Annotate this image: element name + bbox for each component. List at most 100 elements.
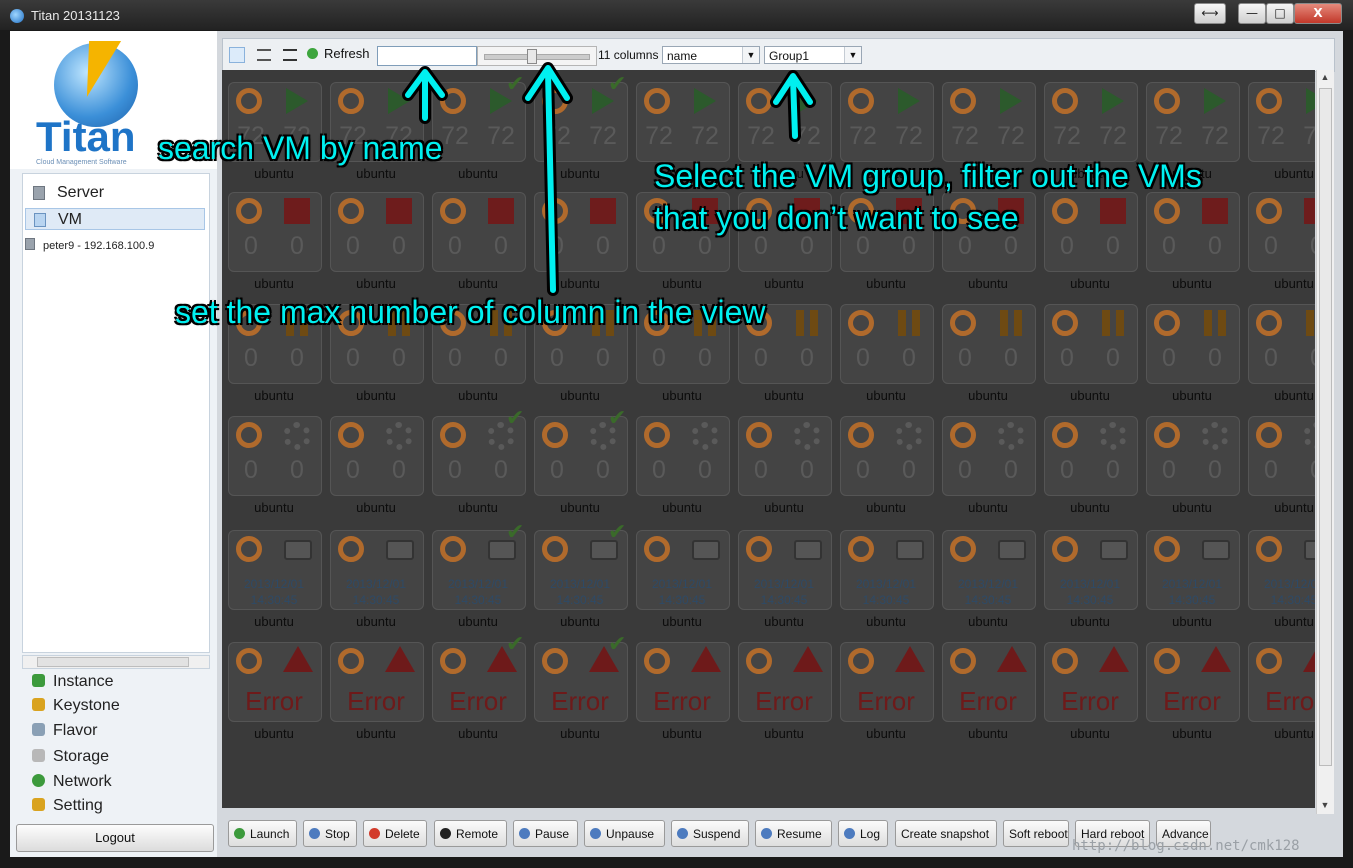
vm-tile[interactable]: Error ubuntu [840,638,934,746]
warning-icon [793,646,823,672]
resume-button[interactable]: Resume [755,820,832,847]
vm-tile[interactable]: 00ubuntu [1044,300,1138,408]
maximize-button[interactable]: □ [1266,3,1294,24]
ubuntu-logo-icon [440,198,466,224]
pause-button[interactable]: Pause [513,820,578,847]
vm-tile[interactable]: 00ubuntu [1248,412,1315,520]
vm-tile[interactable]: Error ubuntu [330,638,424,746]
vm-tile[interactable]: ✔ 2013/12/01 14:30:45 ubuntu [534,520,628,634]
vm-tile[interactable]: ✔ 72 72 ubuntu [534,72,628,186]
vm-tile[interactable]: ✔ 0 0 ubuntu [534,406,628,520]
vm-tile[interactable]: 2013/12/0114:30:45 ubuntu [1248,526,1315,634]
refresh-button[interactable]: Refresh [307,46,370,61]
button-label: Stop [325,827,350,841]
error-text: Error [755,686,813,716]
vm-tile[interactable]: 00ubuntu [1044,188,1138,296]
scroll-down-icon[interactable]: ▼ [1319,800,1331,812]
vm-tile[interactable]: 2013/12/0114:30:45 ubuntu [636,526,730,634]
delete-button[interactable]: Delete [363,820,427,847]
snapshot-timestamp: 2013/12/0114:30:45 [651,577,713,607]
scroll-thumb[interactable] [1319,88,1332,766]
vm-tile[interactable]: 00ubuntu [840,412,934,520]
nav-item-flavor[interactable]: Flavor [32,720,97,742]
vm-tile[interactable]: Error ubuntu [738,638,832,746]
vm-name: ubuntu [662,614,702,629]
scroll-thumb[interactable] [37,657,189,667]
tree-item-host[interactable]: peter9 - 192.168.100.9 [25,238,154,252]
vm-tile[interactable]: 00ubuntu [942,300,1036,408]
grid-view-icon[interactable] [229,47,245,63]
nav-item-setting[interactable]: Setting [32,795,103,817]
vm-tile[interactable]: ✔ 0 0 ubuntu [432,406,526,520]
vm-tile[interactable]: 00ubuntu [534,188,628,296]
vm-tile[interactable]: 2013/12/0114:30:45 ubuntu [738,526,832,634]
vm-tile[interactable]: ✔ Error ubuntu [432,632,526,746]
create-snapshot-button[interactable]: Create snapshot [895,820,997,847]
vm-tile[interactable]: 00ubuntu [228,412,322,520]
tree-horizontal-scrollbar[interactable] [22,655,210,669]
tree-item-server[interactable]: Server [33,182,104,204]
suspend-button[interactable]: Suspend [671,820,749,847]
vm-tile[interactable]: 2013/12/0114:30:45 ubuntu [942,526,1036,634]
vm-tile[interactable]: 00ubuntu [840,300,934,408]
sort-field-select[interactable]: name ▼ [662,46,760,64]
nav-item-storage[interactable]: Storage [32,746,109,768]
vm-tile[interactable]: 00ubuntu [228,188,322,296]
vm-tile[interactable]: 00ubuntu [1248,188,1315,296]
vm-tile[interactable]: 00ubuntu [432,188,526,296]
vm-tile[interactable]: 00ubuntu [330,412,424,520]
vm-tile[interactable]: ✔ 2013/12/01 14:30:45 ubuntu [432,520,526,634]
vm-tile[interactable]: 00ubuntu [1044,412,1138,520]
vm-tile[interactable]: Error ubuntu [1146,638,1240,746]
grid-vertical-scrollbar[interactable]: ▲ ▼ [1316,70,1334,814]
nav-item-network[interactable]: Network [32,771,112,793]
error-text: Error [653,686,711,716]
vm-tile[interactable]: 2013/12/0114:30:45 ubuntu [1044,526,1138,634]
vm-tile[interactable]: 2013/12/0114:30:45 ubuntu [1146,526,1240,634]
vm-tile[interactable]: 00ubuntu [1146,412,1240,520]
stop-button[interactable]: Stop [303,820,357,847]
close-button[interactable]: X [1294,3,1342,24]
vm-tile[interactable]: 00ubuntu [1146,300,1240,408]
vm-tile[interactable]: Error ubuntu [942,638,1036,746]
column-count-slider[interactable] [477,46,597,66]
selected-check-icon: ✔ [608,632,627,657]
detail-view-icon[interactable] [283,49,297,61]
vm-tile[interactable]: 00ubuntu [330,188,424,296]
vm-tile[interactable]: Error ubuntu [228,638,322,746]
list-view-icon[interactable] [257,49,271,61]
vm-tile[interactable]: ✔ Error ubuntu [534,632,628,746]
tree-item-vm[interactable]: VM [25,208,205,230]
group-select[interactable]: Group1 ▼ [764,46,862,64]
log-button[interactable]: Log [838,820,888,847]
vm-tile[interactable]: 00ubuntu [636,412,730,520]
vm-tile[interactable]: 00ubuntu [1248,300,1315,408]
unpause-button[interactable]: Unpause [584,820,665,847]
vm-tile[interactable]: 00ubuntu [942,412,1036,520]
minimize-button[interactable]: — [1238,3,1266,24]
vm-tile[interactable]: 72 72 ubuntu [1248,78,1315,186]
slider-knob[interactable] [527,49,537,64]
terminal-icon [440,828,451,839]
vm-tile[interactable]: 2013/12/0114:30:45 ubuntu [330,526,424,634]
soft-reboot-button[interactable]: Soft reboot [1003,820,1069,847]
nav-label: Keystone [53,697,120,714]
remote-button[interactable]: Remote [434,820,507,847]
vm-tile[interactable]: 2013/12/0114:30:45 ubuntu [840,526,934,634]
logout-button[interactable]: Logout [16,824,214,852]
scroll-up-icon[interactable]: ▲ [1319,72,1331,84]
vm-tile[interactable]: 00ubuntu [738,412,832,520]
launch-button[interactable]: Launch [228,820,297,847]
titan-app-icon [10,9,24,23]
vm-tile[interactable]: Error ubuntu [1248,638,1315,746]
vm-tile[interactable]: 00ubuntu [1146,188,1240,296]
vm-tile[interactable]: 2013/12/0114:30:45 ubuntu [228,526,322,634]
vm-tile[interactable]: Error ubuntu [636,638,730,746]
nav-item-keystone[interactable]: Keystone [32,695,120,717]
mem-usage: 0 [494,232,508,260]
vm-tile[interactable]: ✔ 72 72 ubuntu [432,72,526,186]
vm-search-input[interactable] [377,46,477,66]
nav-item-instance[interactable]: Instance [32,671,113,693]
resize-button[interactable]: ⟷ [1194,3,1226,24]
vm-tile[interactable]: Error ubuntu [1044,638,1138,746]
